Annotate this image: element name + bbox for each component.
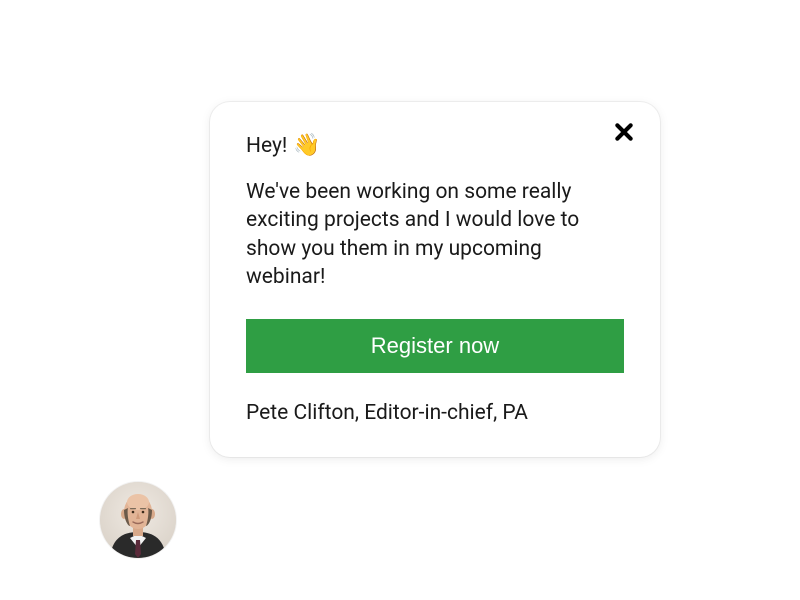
waving-hand-icon: 👋 bbox=[293, 135, 320, 157]
greeting-text: Hey! bbox=[246, 134, 287, 158]
webinar-popup: Hey! 👋 We've been working on some really… bbox=[210, 102, 660, 457]
popup-body-text: We've been working on some really exciti… bbox=[246, 178, 624, 291]
close-icon bbox=[614, 122, 634, 146]
close-button[interactable] bbox=[612, 122, 636, 146]
greeting-line: Hey! 👋 bbox=[246, 134, 624, 158]
avatar bbox=[100, 482, 176, 558]
register-button[interactable]: Register now bbox=[246, 319, 624, 373]
signature-text: Pete Clifton, Editor-in-chief, PA bbox=[246, 401, 624, 425]
